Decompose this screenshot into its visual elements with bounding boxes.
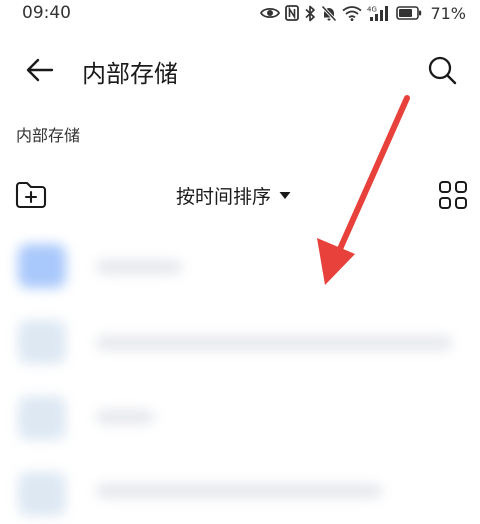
search-button[interactable] xyxy=(424,52,460,88)
app-bar: 内部存储 xyxy=(0,44,480,96)
wifi-icon xyxy=(342,6,362,21)
folder-icon xyxy=(18,244,66,288)
status-icons: 4G 71% xyxy=(260,3,466,23)
network-type-label: 4G xyxy=(367,5,377,13)
page-title: 内部存储 xyxy=(82,60,178,88)
new-folder-button[interactable] xyxy=(12,178,50,212)
battery-icon xyxy=(396,6,422,20)
status-bar: 09:40 4G 71% xyxy=(0,0,480,28)
bell-muted-icon xyxy=(321,4,338,22)
list-item[interactable] xyxy=(0,458,480,524)
file-list xyxy=(0,226,480,524)
sort-label: 按时间排序 xyxy=(176,186,272,208)
bluetooth-icon xyxy=(305,5,316,21)
list-item[interactable] xyxy=(0,306,480,380)
list-item[interactable] xyxy=(0,230,480,304)
nfc-icon xyxy=(285,5,300,21)
arrow-left-icon xyxy=(26,58,54,82)
eye-icon xyxy=(260,7,281,19)
folder-icon xyxy=(18,320,66,364)
status-time: 09:40 xyxy=(22,3,71,23)
folder-icon xyxy=(18,472,66,516)
back-button[interactable] xyxy=(22,52,58,88)
grid-view-icon xyxy=(439,181,467,209)
list-item-name xyxy=(96,260,182,274)
search-icon xyxy=(428,56,457,85)
grid-view-button[interactable] xyxy=(436,178,470,212)
cellular-signal-icon: 4G xyxy=(367,5,389,21)
sort-dropdown[interactable]: 按时间排序 xyxy=(176,182,291,209)
list-item-name xyxy=(96,484,382,498)
folder-icon xyxy=(18,396,66,440)
list-item-name xyxy=(96,336,452,350)
folder-add-icon xyxy=(15,181,47,209)
battery-percentage: 71% xyxy=(430,3,466,23)
triangle-down-icon xyxy=(279,192,291,199)
list-item[interactable] xyxy=(0,382,480,456)
list-item-name xyxy=(96,410,154,424)
toolbar: 按时间排序 xyxy=(0,172,480,218)
breadcrumb[interactable]: 内部存储 xyxy=(16,122,80,146)
